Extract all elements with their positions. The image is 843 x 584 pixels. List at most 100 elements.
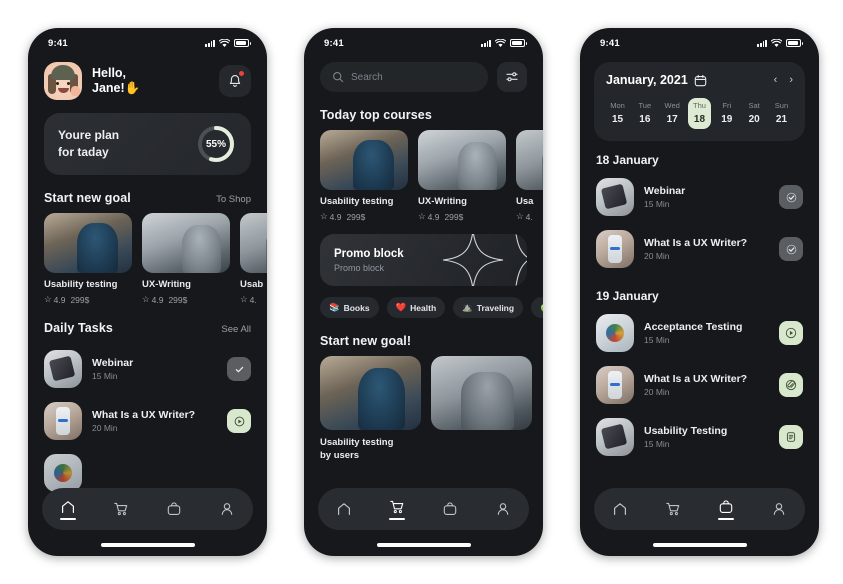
course-rating: 4.9 (151, 294, 164, 305)
bottom-nav[interactable] (594, 488, 805, 530)
section-title: Start new goal! (320, 334, 412, 348)
goal-card[interactable] (431, 356, 532, 463)
course-title: UX-Writing (142, 279, 191, 290)
task-duration: 15 Min (644, 335, 670, 345)
calendar-day[interactable]: Sun 21 (770, 98, 793, 129)
course-card[interactable]: Usability testing ☆ 4.9 299$ (320, 130, 408, 222)
nav-item-bag[interactable] (154, 501, 194, 517)
calendar-day[interactable]: Mon 15 (606, 98, 629, 129)
nav-item-profile[interactable] (207, 501, 247, 517)
filter-button[interactable] (497, 62, 527, 92)
task-play-button[interactable] (227, 409, 251, 433)
course-price: 299$ (70, 294, 90, 305)
task-document-button[interactable] (779, 425, 803, 449)
task-row[interactable]: Acceptance Testing 15 Min (580, 307, 819, 359)
task-duration: 15 Min (92, 371, 118, 381)
calendar-prev-button[interactable]: ‹ (774, 74, 778, 86)
plan-line2: for taday (58, 145, 109, 159)
to-shop-link[interactable]: To Shop (216, 194, 251, 205)
nav-item-home[interactable] (324, 501, 364, 517)
nav-item-bag[interactable] (706, 499, 746, 520)
sparkle-icon (442, 234, 527, 286)
signal-icon (481, 39, 491, 47)
star-icon: ☆ (240, 294, 248, 304)
calendar-next-button[interactable]: › (789, 74, 793, 86)
progress-label: 55% (205, 138, 226, 150)
progress-ring: 55% (195, 123, 237, 165)
goal-card[interactable]: Usability testing by users (320, 356, 421, 463)
task-title: Acceptance Testing (644, 321, 743, 333)
nav-item-profile[interactable] (483, 501, 523, 517)
home-indicator (376, 543, 471, 547)
task-title: What Is a UX Writer? (644, 237, 748, 249)
task-complete-button[interactable] (779, 185, 803, 209)
course-card[interactable]: Usability testing ☆ 4.9 299$ (44, 213, 132, 305)
bottom-nav[interactable] (318, 488, 529, 530)
status-indicators (205, 38, 251, 48)
task-play-button[interactable] (779, 321, 803, 345)
course-carousel[interactable]: Usability testing ☆ 4.9 299$ UX-Writing ☆ 4… (304, 130, 543, 222)
nav-item-cart[interactable] (377, 499, 417, 520)
cart-icon (390, 500, 404, 513)
home-indicator (100, 543, 195, 547)
nav-item-bag[interactable] (430, 501, 470, 517)
course-card[interactable]: Usa ☆ 4. (516, 130, 543, 222)
search-input[interactable]: Search (320, 62, 488, 92)
task-row[interactable]: What Is a UX Writer? 20 Min (580, 223, 819, 275)
nav-active-indicator (717, 517, 734, 520)
nav-item-profile[interactable] (759, 501, 799, 517)
course-title: Usability testing (320, 196, 394, 207)
task-complete-button[interactable] (227, 357, 251, 381)
task-row[interactable]: Usability Testing 15 Min (580, 411, 819, 463)
chip-label: Books (343, 302, 370, 313)
calendar-day[interactable]: Fri 19 (715, 98, 738, 129)
section-title: Daily Tasks (44, 321, 113, 335)
nav-item-home[interactable] (600, 501, 640, 517)
calendar-days[interactable]: Mon 15 Tue 16 Wed 17 Thu 18 Fri 19 Sat 20 Sun 2… (606, 98, 793, 129)
course-thumbnail (142, 213, 230, 273)
goal-thumbnail (320, 356, 421, 430)
calendar-day[interactable]: Sat 20 (743, 98, 766, 129)
course-card[interactable]: UX-Writing ☆ 4.9 299$ (142, 213, 230, 305)
task-title: Usability Testing (644, 425, 728, 437)
plan-card[interactable]: Youre plan for taday 55% (44, 113, 251, 175)
document-icon (786, 432, 796, 442)
task-row[interactable]: What Is a UX Writer? 20 Min (580, 359, 819, 411)
nav-item-cart[interactable] (101, 501, 141, 517)
category-chips[interactable]: 📚Books ❤️Health ⛰️Traveling 🍏 (304, 286, 543, 318)
task-attachment-button[interactable] (779, 373, 803, 397)
course-card[interactable]: UX-Writing ☆ 4.9 299$ (418, 130, 506, 222)
person-icon (221, 503, 232, 515)
calendar-day-selected[interactable]: Thu 18 (687, 98, 711, 129)
task-complete-button[interactable] (779, 237, 803, 261)
promo-block[interactable]: Promo block Promo block (320, 234, 527, 286)
nav-item-home[interactable] (48, 499, 88, 520)
calendar-widget[interactable]: January, 2021 ‹ › Mon 15 Tue 16 Wed 17 Thu 1… (594, 62, 805, 141)
notification-button[interactable] (219, 65, 251, 97)
calendar-day[interactable]: Wed 17 (661, 98, 684, 129)
course-card[interactable]: Usab ☆ 4. (240, 213, 267, 305)
course-carousel[interactable]: Usability testing ☆ 4.9 299$ UX-Writing ☆ 4… (28, 213, 267, 305)
course-title: Usab (240, 279, 264, 290)
chip-partial[interactable]: 🍏 (531, 297, 543, 318)
chip-books[interactable]: 📚 Books (320, 297, 379, 318)
bag-icon (443, 502, 457, 515)
status-indicators (481, 38, 527, 48)
calendar-day[interactable]: Tue 16 (633, 98, 656, 129)
chip-traveling[interactable]: ⛰️ Traveling (453, 297, 524, 318)
search-icon (333, 72, 344, 83)
task-row[interactable]: Webinar 15 Min (580, 171, 819, 223)
task-row[interactable]: Webinar 15 Min (28, 343, 267, 395)
course-price: 299$ (168, 294, 188, 305)
battery-icon (510, 39, 527, 47)
task-duration: 20 Min (644, 387, 670, 397)
avatar[interactable] (44, 62, 82, 100)
task-row[interactable]: What Is a UX Writer? 20 Min (28, 395, 267, 447)
nav-item-cart[interactable] (653, 501, 693, 517)
chip-health[interactable]: ❤️ Health (386, 297, 446, 318)
apple-emoji: 🍏 (540, 302, 543, 313)
see-all-link[interactable]: See All (221, 324, 251, 335)
goal-carousel[interactable]: Usability testing by users (304, 356, 543, 463)
goal-thumbnail (431, 356, 532, 430)
bottom-nav[interactable] (42, 488, 253, 530)
